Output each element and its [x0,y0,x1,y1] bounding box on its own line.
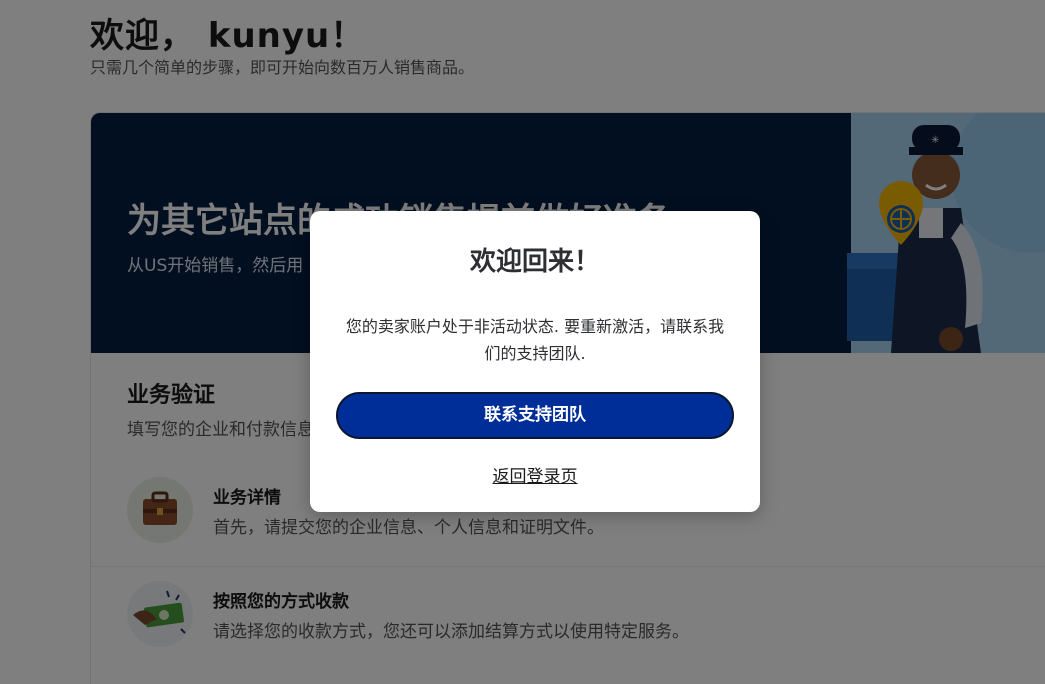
page: 欢迎， kunyu！ 只需几个简单的步骤，即可开始向数百万人销售商品。 为其它站… [0,0,1045,684]
dialog-message: 您的卖家账户处于非活动状态. 要重新激活，请联系我们的支持团队. [345,317,725,363]
back-to-login-link[interactable]: 返回登录页 [310,462,760,487]
dialog-title: 欢迎回来！ [469,247,600,277]
contact-support-button[interactable]: 联系支持团队 [336,392,734,439]
welcome-back-dialog: 欢迎回来！ 您的卖家账户处于非活动状态. 要重新激活，请联系我们的支持团队. 联… [310,211,760,512]
